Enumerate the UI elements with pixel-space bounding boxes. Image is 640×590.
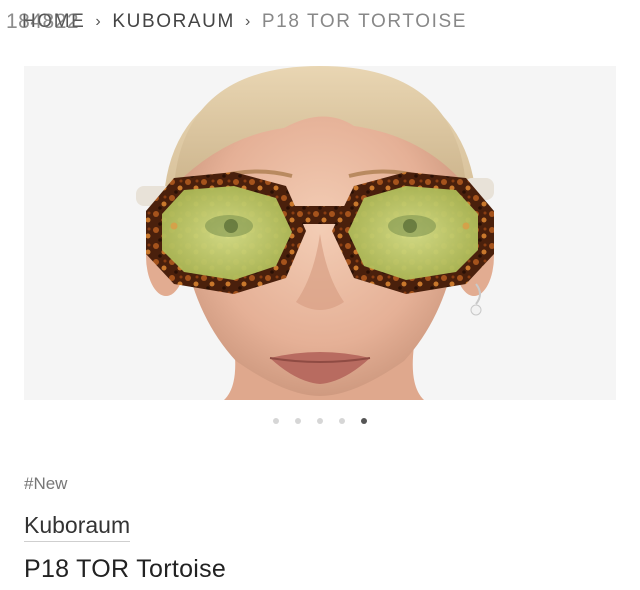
carousel-indicators bbox=[0, 418, 640, 424]
product-image[interactable] bbox=[24, 66, 616, 400]
carousel-dot[interactable] bbox=[361, 418, 367, 424]
chevron-right-icon: › bbox=[95, 13, 103, 30]
carousel-dot[interactable] bbox=[273, 418, 279, 424]
breadcrumb: HOME › KUBORAUM › P18 TOR TORTOISE bbox=[22, 8, 467, 36]
new-tag[interactable]: #New bbox=[24, 474, 67, 494]
chevron-right-icon: › bbox=[244, 13, 252, 30]
carousel-dot[interactable] bbox=[295, 418, 301, 424]
breadcrumb-home-link[interactable]: HOME bbox=[22, 11, 85, 33]
carousel-dot[interactable] bbox=[317, 418, 323, 424]
model-photo bbox=[24, 66, 616, 400]
carousel-dot[interactable] bbox=[339, 418, 345, 424]
breadcrumb-current: P18 TOR TORTOISE bbox=[261, 11, 468, 32]
product-title: P18 TOR Tortoise bbox=[24, 555, 227, 583]
breadcrumb-brand-link[interactable]: KUBORAUM bbox=[112, 11, 235, 33]
brand-link[interactable]: Kuboraum bbox=[24, 512, 131, 542]
